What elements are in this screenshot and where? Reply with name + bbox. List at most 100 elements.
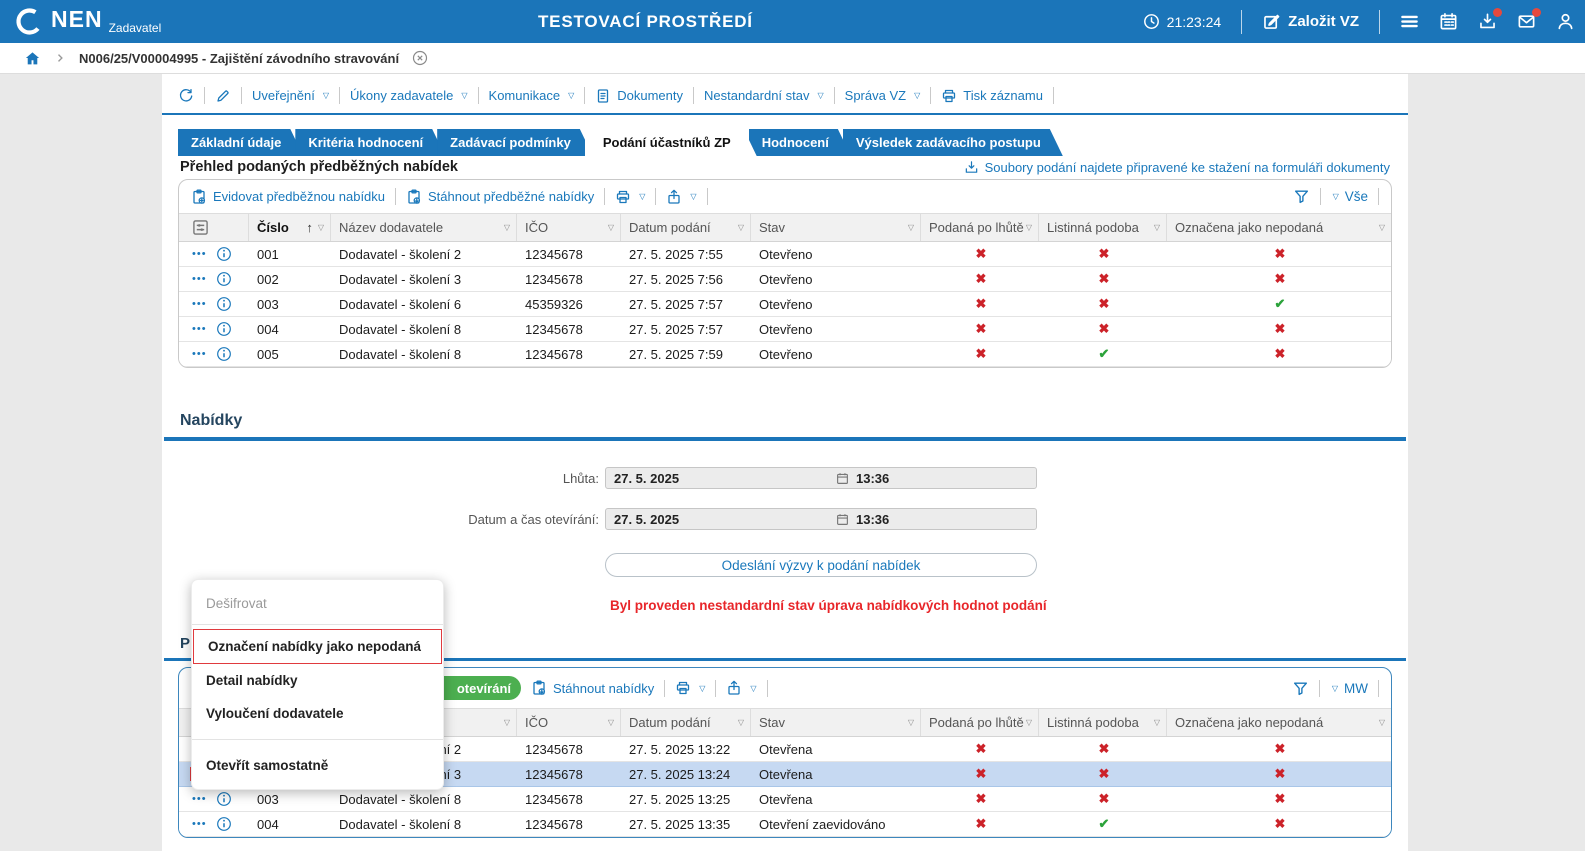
row-menu-button[interactable]: •••: [192, 794, 207, 804]
table-row[interactable]: •••004Dodavatel - školení 81234567827. 5…: [179, 812, 1391, 837]
cell-cislo: 005: [249, 347, 331, 362]
nestandardni-stav-menu[interactable]: Nestandardní stav▽: [704, 88, 824, 103]
table-row[interactable]: •••001Dodavatel - školení 21234567827. 5…: [179, 242, 1391, 267]
column-filter-icon[interactable]: ▽: [1154, 718, 1160, 727]
column-header-stav[interactable]: Stav▽: [751, 214, 921, 241]
stahnout-predbezne-button[interactable]: Stáhnout předběžné nabídky: [406, 189, 594, 205]
column-header-podaná-po-lhůtě[interactable]: Podaná po lhůtě▽: [921, 214, 1039, 241]
table-row[interactable]: •••002Dodavatel - školení 31234567827. 5…: [179, 267, 1391, 292]
column-filter-icon[interactable]: ▽: [1379, 223, 1385, 232]
evidovat-predbeznou-button[interactable]: Evidovat předběžnou nabídku: [191, 189, 385, 205]
uverejneni-menu[interactable]: Uveřejnění▽: [252, 88, 329, 103]
row-info-button[interactable]: [216, 816, 232, 832]
column-header-listinná-podoba[interactable]: Listinná podoba▽: [1039, 214, 1167, 241]
nen-logo[interactable]: NEN Zadavatel: [14, 6, 161, 37]
table-row[interactable]: •••003Dodavatel - školení 81234567827. 5…: [179, 787, 1391, 812]
ukony-zadavatele-menu[interactable]: Úkony zadavatele▽: [350, 88, 468, 103]
dokumenty-button[interactable]: Dokumenty: [595, 88, 683, 104]
column-filter-icon[interactable]: ▽: [608, 223, 614, 232]
create-vz-button[interactable]: Založit VZ: [1262, 12, 1359, 31]
column-filter-icon[interactable]: ▽: [608, 718, 614, 727]
refresh-button[interactable]: [178, 88, 194, 104]
filter-button[interactable]: [1292, 680, 1309, 697]
row-info-button[interactable]: [216, 346, 232, 362]
calendar-icon[interactable]: [1439, 12, 1458, 31]
messages-button[interactable]: [1517, 12, 1536, 31]
menu-item-vyloučení-dodavatele[interactable]: Vyloučení dodavatele: [192, 697, 443, 730]
row-menu-button[interactable]: •••: [192, 819, 207, 829]
download-files-link[interactable]: Soubory podání najdete připravené ke sta…: [964, 160, 1390, 175]
row-menu-button[interactable]: •••: [192, 249, 207, 259]
row-info-button[interactable]: [216, 246, 232, 262]
breadcrumb: N006/25/V00004995 - Zajištění závodního …: [0, 43, 1585, 74]
column-header-ičo[interactable]: IČO▽: [517, 709, 621, 736]
column-filter-icon[interactable]: ▽: [738, 718, 744, 727]
user-profile-icon[interactable]: [1556, 12, 1575, 31]
column-filter-icon[interactable]: ▽: [738, 223, 744, 232]
cell-ico: 12345678: [517, 247, 621, 262]
stahnout-nabidky-button[interactable]: Stáhnout nabídky: [531, 680, 654, 696]
column-filter-icon[interactable]: ▽: [908, 718, 914, 727]
print-menu[interactable]: ▽: [675, 680, 705, 696]
row-info-button[interactable]: [216, 296, 232, 312]
column-filter-icon[interactable]: ▽: [1026, 223, 1032, 232]
column-filter-icon[interactable]: ▽: [318, 223, 324, 232]
column-header-označena-jako-nepodaná[interactable]: Označena jako nepodaná▽: [1167, 709, 1391, 736]
filter-preset-dropdown[interactable]: ▽ MW: [1330, 681, 1368, 696]
clipboard-download-icon: [531, 680, 547, 696]
column-header-číslo[interactable]: Číslo↑▽: [249, 214, 331, 241]
tisk-zaznamu-button[interactable]: Tisk záznamu: [941, 88, 1043, 104]
row-menu-button[interactable]: •••: [192, 349, 207, 359]
column-settings-button[interactable]: [179, 214, 249, 241]
menu-item-detail-nabídky[interactable]: Detail nabídky: [192, 664, 443, 697]
column-filter-icon[interactable]: ▽: [504, 223, 510, 232]
breadcrumb-title[interactable]: N006/25/V00004995 - Zajištění závodního …: [79, 51, 399, 66]
tab-krit-ria-hodnocen-[interactable]: Kritéria hodnocení: [295, 129, 445, 156]
tab-zad-vac-podm-nky[interactable]: Zadávací podmínky: [437, 129, 593, 156]
column-filter-icon[interactable]: ▽: [908, 223, 914, 232]
column-header-datum-podání[interactable]: Datum podání▽: [621, 709, 751, 736]
row-menu-button[interactable]: •••: [192, 299, 207, 309]
komunikace-menu[interactable]: Komunikace▽: [489, 88, 575, 103]
filter-button[interactable]: [1293, 188, 1310, 205]
row-menu-button[interactable]: •••: [192, 274, 207, 284]
menu-item-otevřít-samostatně[interactable]: Otevřít samostatně: [192, 749, 443, 782]
tab-z-kladn-daje[interactable]: Základní údaje: [178, 129, 303, 156]
cell-listinna: ✖: [1039, 741, 1167, 757]
column-header-označena-jako-nepodaná[interactable]: Označena jako nepodaná▽: [1167, 214, 1391, 241]
cell-listinna: ✔: [1039, 816, 1167, 832]
menu-hamburger-icon[interactable]: [1400, 12, 1419, 31]
downloads-button[interactable]: [1478, 12, 1497, 31]
row-info-button[interactable]: [216, 271, 232, 287]
download-tray-icon: [964, 160, 979, 175]
filter-preset-dropdown[interactable]: ▽ Vše: [1331, 189, 1368, 204]
table-row[interactable]: •••003Dodavatel - školení 64535932627. 5…: [179, 292, 1391, 317]
column-header-název-dodavatele[interactable]: Název dodavatele▽: [331, 214, 517, 241]
column-filter-icon[interactable]: ▽: [1154, 223, 1160, 232]
table-row[interactable]: •••004Dodavatel - školení 81234567827. 5…: [179, 317, 1391, 342]
close-record-icon[interactable]: [412, 50, 428, 66]
tab-hodnocen-[interactable]: Hodnocení: [749, 129, 851, 156]
sprava-vz-menu[interactable]: Správa VZ▽: [845, 88, 921, 103]
tab-v-sledek-zad-vac-ho-postupu[interactable]: Výsledek zadávacího postupu: [843, 129, 1063, 156]
column-header-stav[interactable]: Stav▽: [751, 709, 921, 736]
export-menu[interactable]: ▽: [666, 189, 696, 205]
export-menu[interactable]: ▽: [726, 680, 756, 696]
row-menu-button[interactable]: •••: [192, 324, 207, 334]
send-call-button[interactable]: Odeslání výzvy k podání nabídek: [605, 553, 1037, 577]
column-header-ičo[interactable]: IČO▽: [517, 214, 621, 241]
table-row[interactable]: •••005Dodavatel - školení 81234567827. 5…: [179, 342, 1391, 367]
row-info-button[interactable]: [216, 791, 232, 807]
menu-item-označení-nabídky-jako-nepodaná[interactable]: Označení nabídky jako nepodaná: [193, 629, 442, 664]
home-icon[interactable]: [24, 50, 41, 67]
column-filter-icon[interactable]: ▽: [1379, 718, 1385, 727]
column-header-listinná-podoba[interactable]: Listinná podoba▽: [1039, 709, 1167, 736]
column-header-podaná-po-lhůtě[interactable]: Podaná po lhůtě▽: [921, 709, 1039, 736]
tab-pod-n-astn-k-zp[interactable]: Podání účastníků ZP: [585, 129, 757, 156]
column-header-datum-podání[interactable]: Datum podání▽: [621, 214, 751, 241]
row-info-button[interactable]: [216, 321, 232, 337]
print-menu[interactable]: ▽: [615, 189, 645, 205]
column-filter-icon[interactable]: ▽: [1026, 718, 1032, 727]
edit-button[interactable]: [215, 88, 231, 104]
column-filter-icon[interactable]: ▽: [504, 718, 510, 727]
